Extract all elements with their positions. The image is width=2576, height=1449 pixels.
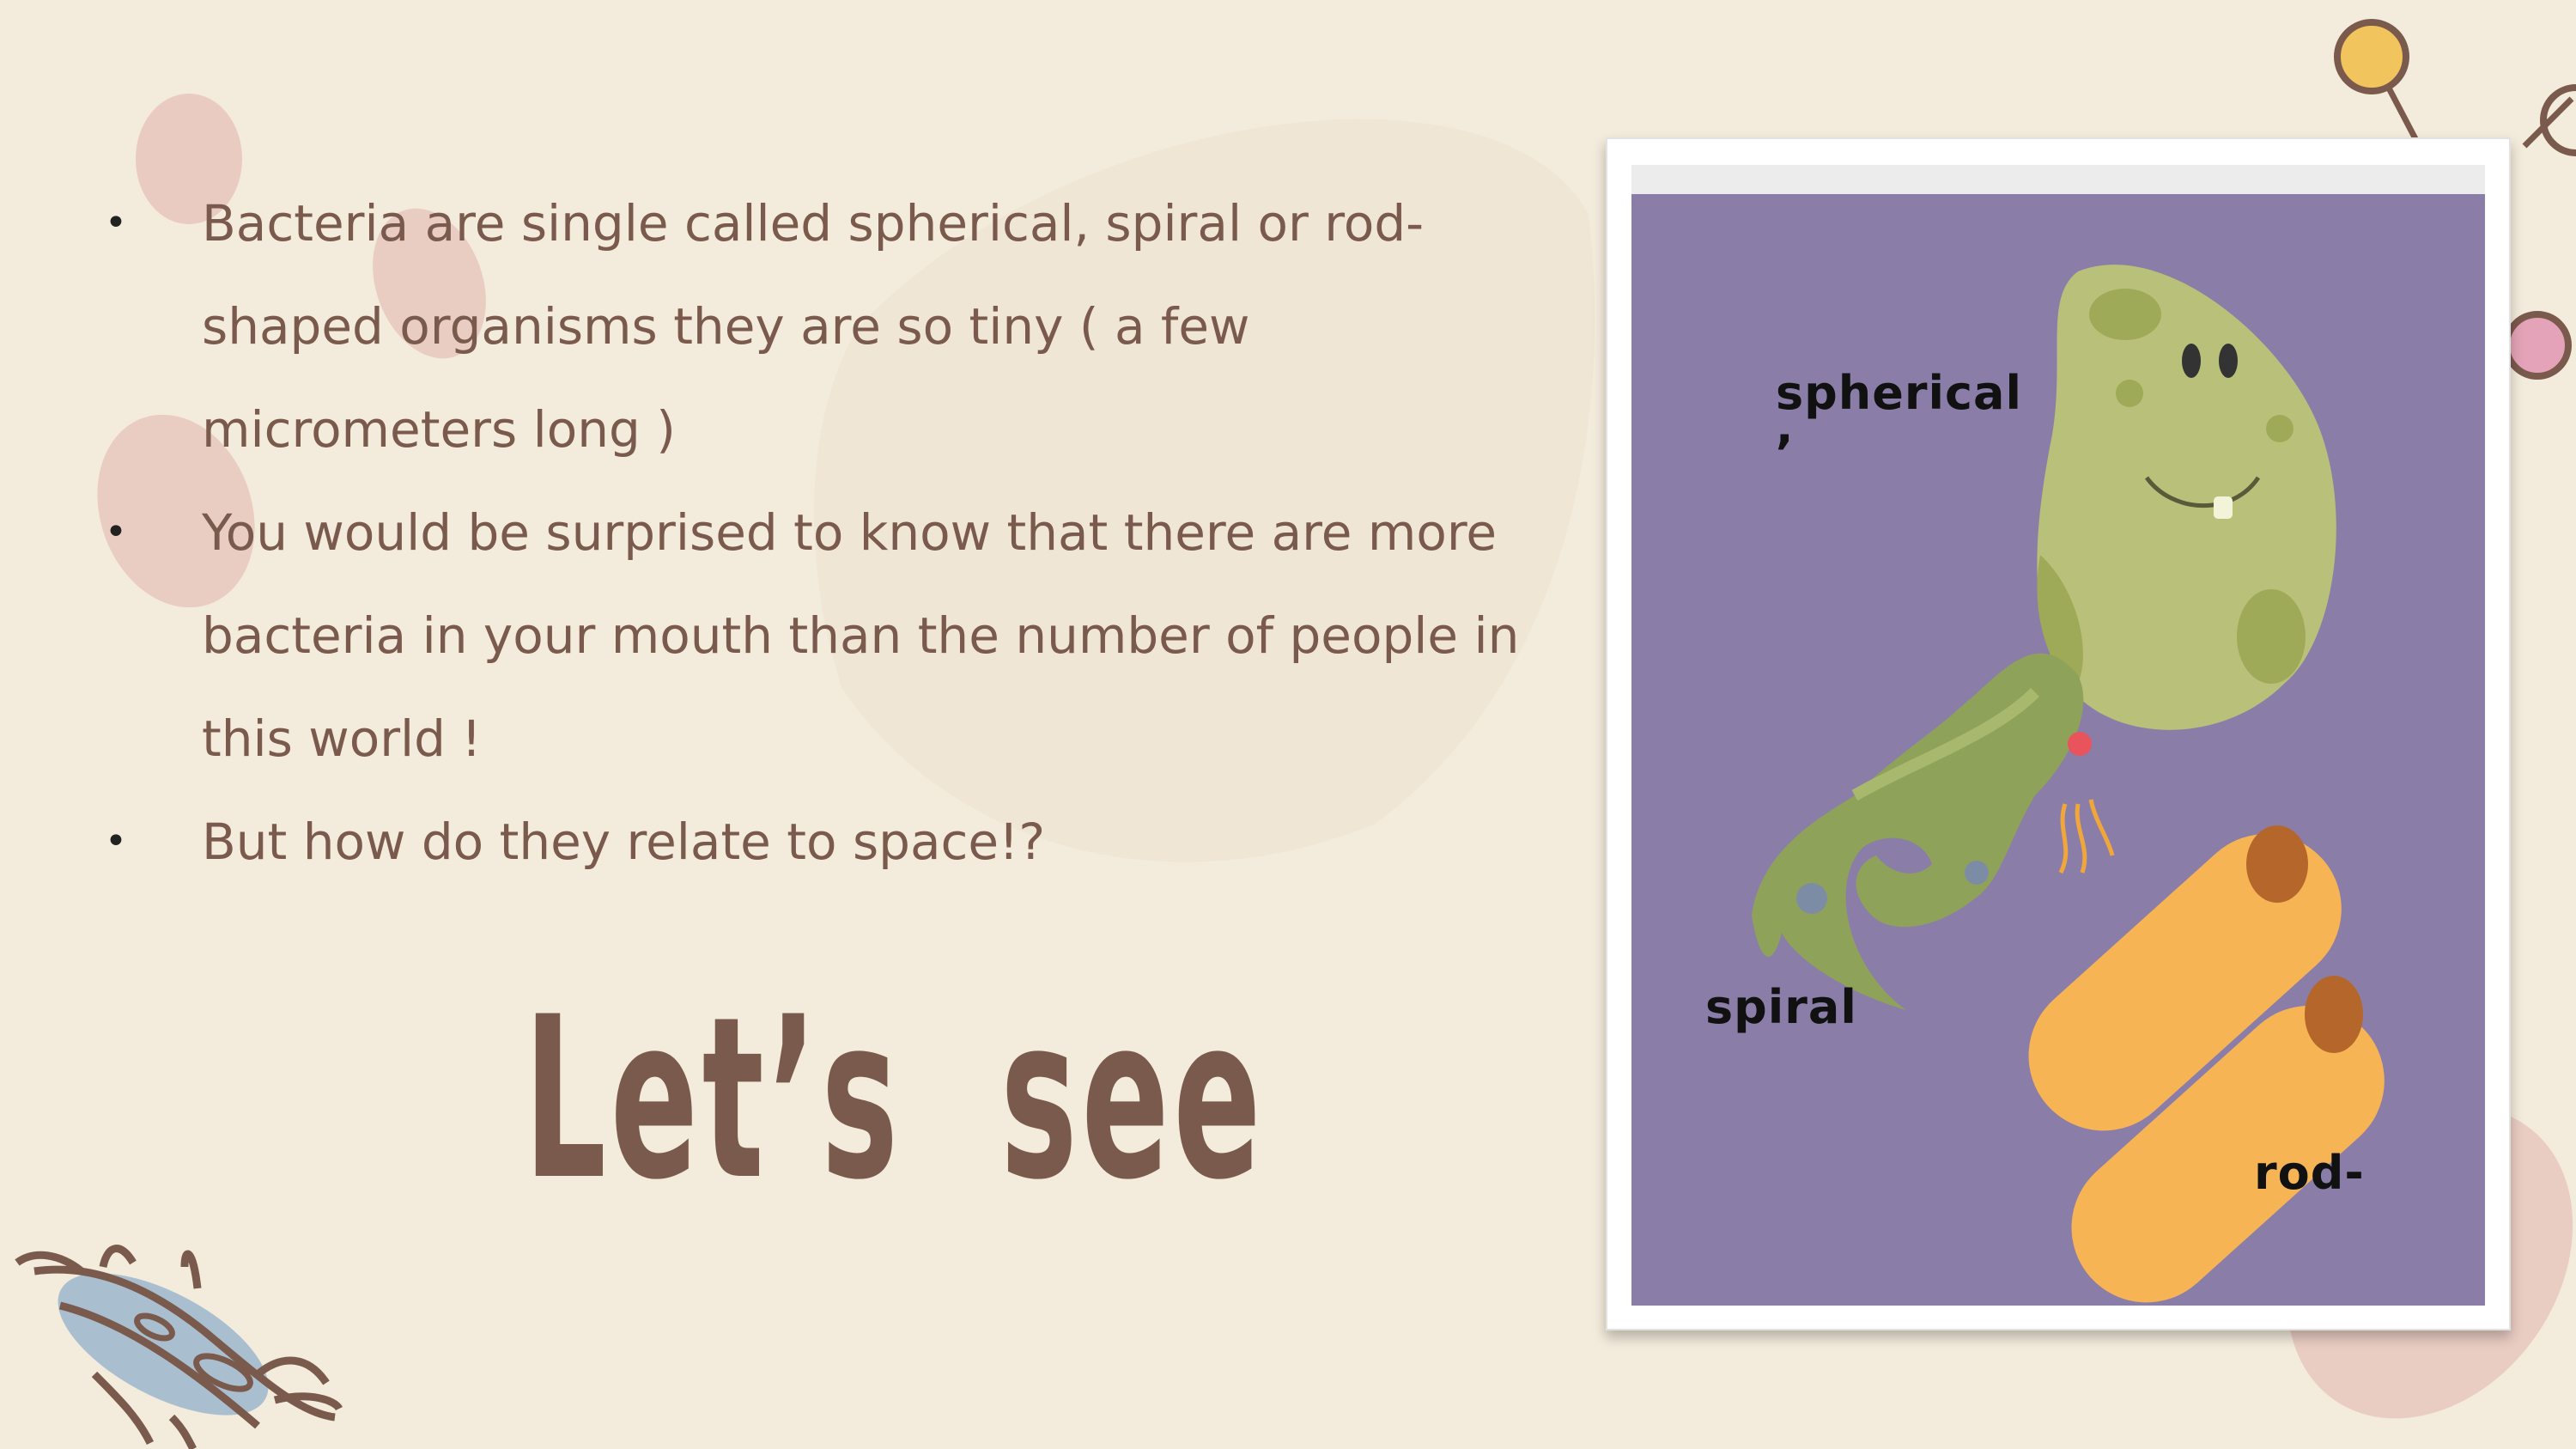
- image-top-strip: [1631, 165, 2485, 196]
- bacterium-doodle-icon: [15, 1245, 343, 1449]
- label-rod: rod-: [2254, 1146, 2365, 1200]
- bullet-marker: •: [105, 819, 127, 863]
- bullet-item-2: • You would be surprised to know that th…: [94, 481, 1554, 790]
- bullet-marker: •: [105, 201, 127, 245]
- bullet-item-1: • Bacteria are single called spherical, …: [94, 172, 1554, 481]
- bacteria-illustration: [1752, 265, 2385, 1303]
- bullet-text: Bacteria are single called spherical, sp…: [202, 194, 1425, 459]
- bullet-list: • Bacteria are single called spherical, …: [94, 172, 1554, 893]
- spherical-bacterium-illustration: [2037, 265, 2336, 730]
- bacteria-image: spherical , spiral rod-: [1631, 194, 2485, 1306]
- spiral-bacterium-illustration: [1752, 653, 2115, 1010]
- slide: • Bacteria are single called spherical, …: [0, 0, 2576, 1449]
- label-spiral: spiral: [1705, 980, 1857, 1034]
- label-spherical: spherical: [1776, 366, 2022, 420]
- bullet-marker: •: [105, 510, 127, 554]
- bullet-text: But how do they relate to space!?: [202, 813, 1046, 871]
- bacteria-image-frame: spherical , spiral rod-: [1606, 137, 2511, 1330]
- bullet-item-3: • But how do they relate to space!?: [94, 790, 1554, 893]
- label-comma: ,: [1776, 400, 1795, 454]
- closing-heading: Let’s see: [524, 970, 1266, 1229]
- rod-bacterium-illustration: [2028, 825, 2385, 1303]
- bullet-text: You would be surprised to know that ther…: [202, 503, 1520, 768]
